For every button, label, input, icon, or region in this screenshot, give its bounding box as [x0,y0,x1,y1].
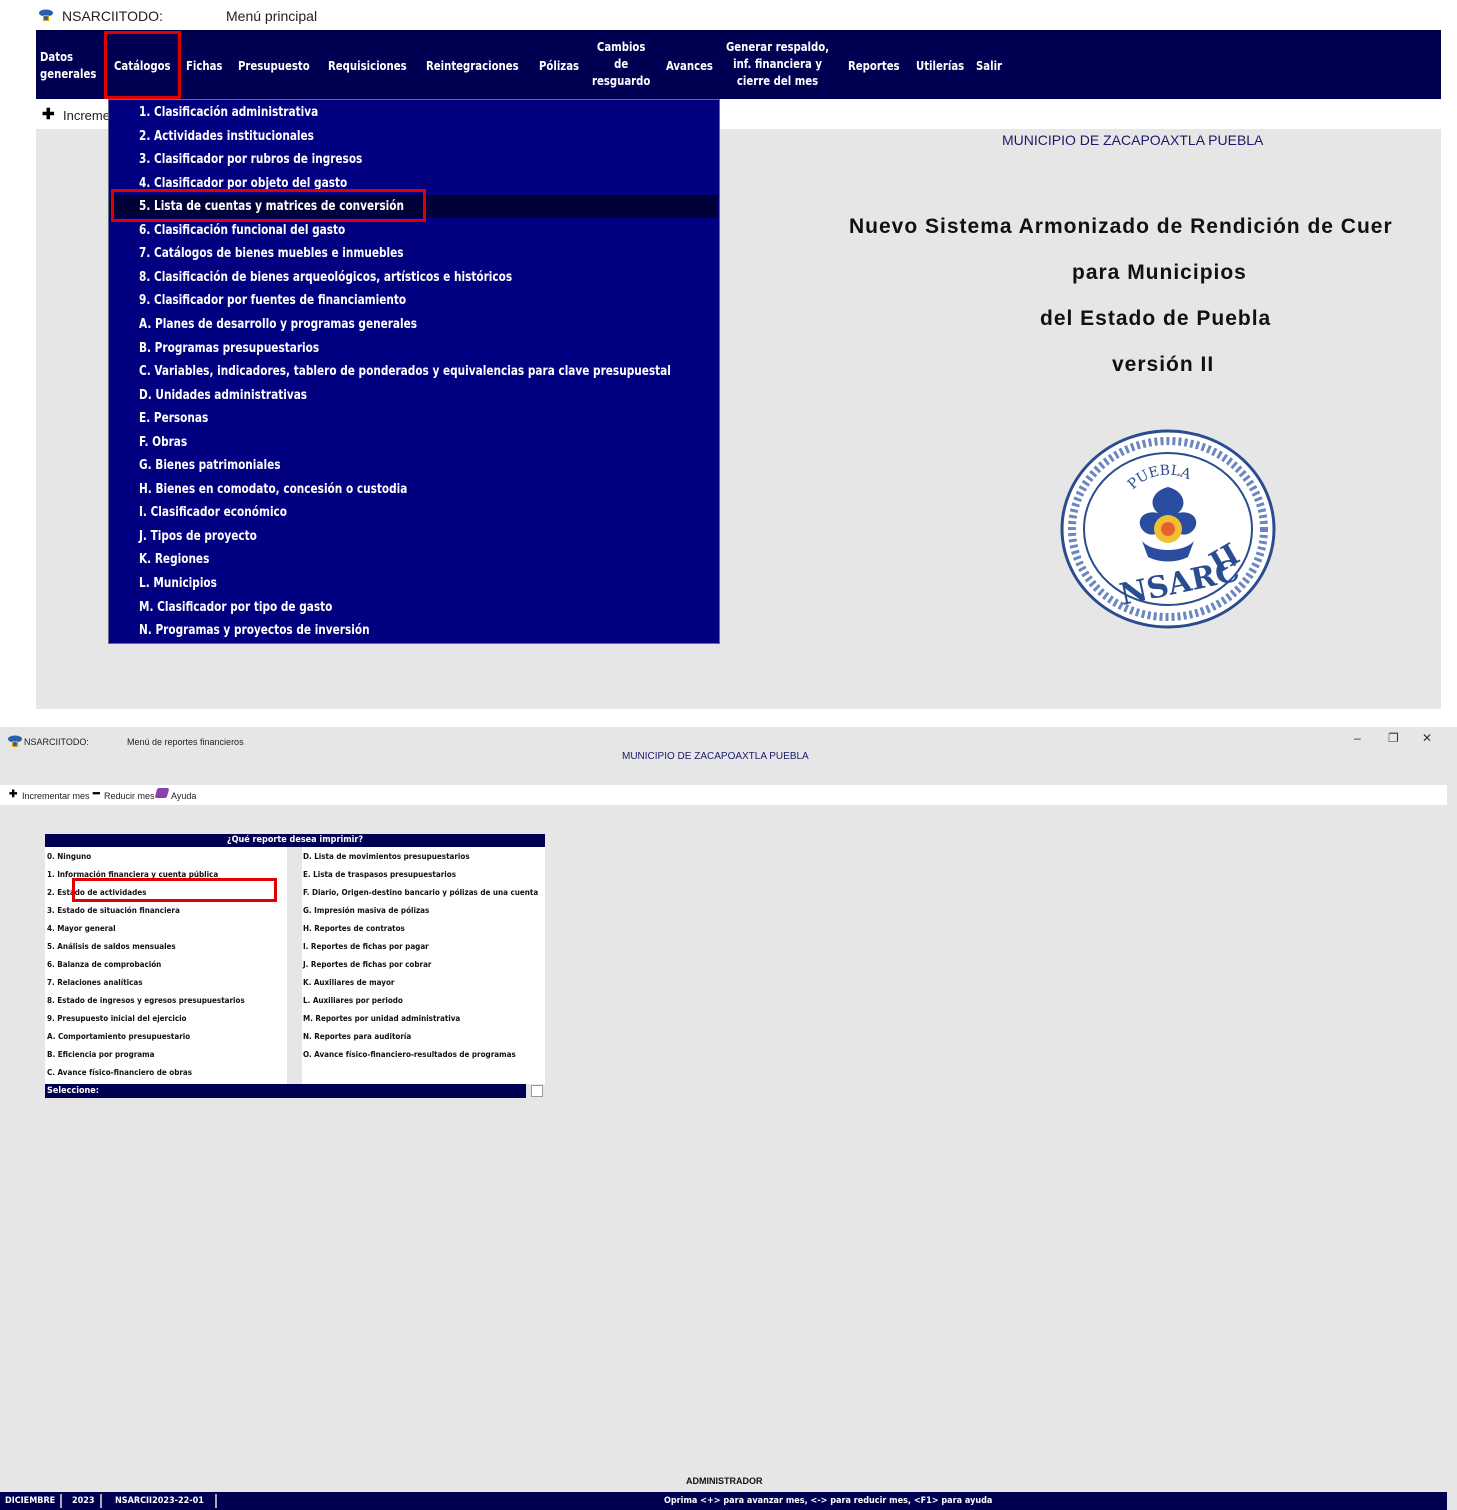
app-logo-icon [39,9,53,21]
report-option[interactable]: 0. Ninguno [47,852,91,861]
app-logo-icon-small [8,735,22,747]
top-titlebar: NSARCIITODO: Menú principal [36,0,1441,30]
nsarc-logo-seal: PUEBLA NSARC II [1060,429,1276,629]
help-button[interactable]: Ayuda [171,791,196,801]
report-option[interactable]: N. Reportes para auditoría [303,1032,411,1041]
status-hint: Oprima <+> para avanzar mes, <-> para re… [664,1496,993,1506]
plus-icon[interactable]: ✚ [42,105,55,123]
report-option[interactable]: E. Lista de traspasos presupuestarios [303,870,456,879]
status-database: NSARCII2023-22-01 [110,1494,217,1508]
increment-label-partial[interactable]: Increme [63,108,110,123]
catalog-menu-item[interactable]: D. Unidades administrativas [139,384,307,407]
report-option[interactable]: 9. Presupuesto inicial del ejercicio [47,1014,187,1023]
reduce-month-button[interactable]: Reducir mes [104,791,155,801]
catalog-menu-item[interactable]: H. Bienes en comodato, concesión o custo… [139,478,407,501]
report-option[interactable]: A. Comportamiento presupuestario [47,1032,190,1041]
catalog-menu-item[interactable]: 8. Clasificación de bienes arqueológicos… [139,266,512,289]
close-button[interactable]: ✕ [1422,731,1432,745]
catalog-dropdown-menu: 1. Clasificación administrativa 2. Activi… [108,99,720,644]
menu-datos-generales[interactable]: Datos generales [40,48,96,82]
report-option[interactable]: 7. Relaciones analíticas [47,978,143,987]
report-option[interactable]: 8. Estado de ingresos y egresos presupue… [47,996,245,1005]
reports-titlebar: NSARCIITODO: Menú de reportes financiero… [0,727,1457,785]
report-option[interactable]: 6. Balanza de comprobación [47,960,161,969]
hero-line-1: Nuevo Sistema Armonizado de Rendición de… [849,215,1393,238]
report-option[interactable]: J. Reportes de fichas por cobrar [303,960,431,969]
menu-salir[interactable]: Salir [976,57,1002,74]
menu-fichas[interactable]: Fichas [186,57,222,74]
report-option[interactable]: L. Auxiliares por periodo [303,996,403,1005]
catalog-menu-item[interactable]: 9. Clasificador por fuentes de financiam… [139,289,406,312]
catalog-menu-item[interactable]: L. Municipios [139,572,217,595]
catalog-menu-item[interactable]: 6. Clasificación funcional del gasto [139,219,345,242]
report-option[interactable]: B. Eficiencia por programa [47,1050,155,1059]
hero-line-3: del Estado de Puebla [1040,307,1272,330]
catalog-menu-item[interactable]: K. Regiones [139,548,209,571]
menu-avances[interactable]: Avances [666,57,713,74]
report-option[interactable]: H. Reportes de contratos [303,924,405,933]
catalog-menu-item[interactable]: G. Bienes patrimoniales [139,454,281,477]
report-option[interactable]: F. Diario, Origen-destino bancario y pól… [303,888,538,897]
main-menubar: Datos generales Catálogos Fichas Presupu… [36,30,1441,99]
catalog-menu-item[interactable]: I. Clasificador económico [139,501,287,524]
report-option[interactable]: C. Avance físico-financiero de obras [47,1068,192,1077]
select-prompt[interactable]: Seleccione: [45,1084,526,1098]
catalog-menu-item[interactable]: M. Clasificador por tipo de gasto [139,596,332,619]
minimize-button[interactable]: – [1354,731,1361,745]
red-highlight-catalogos [104,31,181,99]
reports-window-title: Menú de reportes financieros [127,737,244,747]
catalog-menu-item[interactable]: 2. Actividades institucionales [139,125,314,148]
increment-month-button[interactable]: Incrementar mes [22,791,90,801]
reports-toolbar: ✚ Incrementar mes ━ Reducir mes Ayuda [0,785,1447,805]
report-option[interactable]: G. Impresión masiva de pólizas [303,906,429,915]
report-option[interactable]: D. Lista de movimientos presupuestarios [303,852,470,861]
report-option[interactable]: I. Reportes de fichas por pagar [303,942,429,951]
help-book-icon[interactable] [154,788,170,798]
plus-icon-small[interactable]: ✚ [9,789,17,800]
catalog-menu-item[interactable]: 1. Clasificación administrativa [139,101,318,124]
menu-requisiciones[interactable]: Requisiciones [328,57,407,74]
select-input[interactable] [531,1085,543,1097]
menu-polizas[interactable]: Pólizas [539,57,579,74]
restore-button[interactable]: ❐ [1388,731,1399,745]
menu-reportes[interactable]: Reportes [848,57,900,74]
report-option[interactable]: 4. Mayor general [47,924,116,933]
catalog-menu-item[interactable]: J. Tipos de proyecto [139,525,257,548]
catalog-menu-item[interactable]: 3. Clasificador por rubros de ingresos [139,148,362,171]
red-highlight-lista-cuentas [111,189,426,222]
hero-line-2: para Municipios [1072,261,1247,284]
catalog-menu-item[interactable]: C. Variables, indicadores, tablero de po… [139,360,671,383]
window-title: Menú principal [226,8,318,24]
municipality-label: MUNICIPIO DE ZACAPOAXTLA PUEBLA [1002,132,1264,148]
report-option[interactable]: O. Avance físico-financiero-resultados d… [303,1050,516,1059]
report-dialog: ¿Qué reporte desea imprimir? 0. Ninguno 1… [45,834,545,1098]
report-option[interactable]: 5. Análisis de saldos mensuales [47,942,176,951]
catalog-menu-item[interactable]: 7. Catálogos de bienes muebles e inmuebl… [139,242,404,265]
status-month: DICIEMBRE [0,1494,63,1508]
catalog-menu-item[interactable]: F. Obras [139,431,187,454]
report-list-divider [287,847,302,1084]
report-option[interactable]: M. Reportes por unidad administrativa [303,1014,460,1023]
catalog-menu-item[interactable]: N. Programas y proyectos de inversión [139,619,370,642]
app-name: NSARCIITODO: [62,8,163,24]
report-option[interactable]: K. Auxiliares de mayor [303,978,394,987]
catalog-menu-item[interactable]: B. Programas presupuestarios [139,337,319,360]
menu-cambios-resguardo[interactable]: Cambios de resguardo [592,38,650,89]
hero-line-4: versión II [1112,353,1215,376]
status-year: 2023 [67,1494,102,1508]
report-option[interactable]: 3. Estado de situación financiera [47,906,180,915]
minus-icon[interactable]: ━ [93,787,100,800]
reports-municipality: MUNICIPIO DE ZACAPOAXTLA PUEBLA [622,751,809,762]
catalog-menu-item[interactable]: E. Personas [139,407,208,430]
report-dialog-title: ¿Qué reporte desea imprimir? [45,834,545,847]
user-label: ADMINISTRADOR [686,1476,763,1486]
menu-utilerias[interactable]: Utilerías [916,57,964,74]
menu-presupuesto[interactable]: Presupuesto [238,57,310,74]
app-name-small: NSARCIITODO: [24,737,89,747]
statusbar: DICIEMBRE 2023 NSARCII2023-22-01 Oprima … [0,1492,1447,1510]
catalog-menu-item[interactable]: A. Planes de desarrollo y programas gene… [139,313,417,336]
menu-reintegraciones[interactable]: Reintegraciones [426,57,519,74]
menu-generar-respaldo[interactable]: Generar respaldo, inf. financiera y cier… [726,38,829,89]
red-highlight-estado-actividades [72,878,277,902]
